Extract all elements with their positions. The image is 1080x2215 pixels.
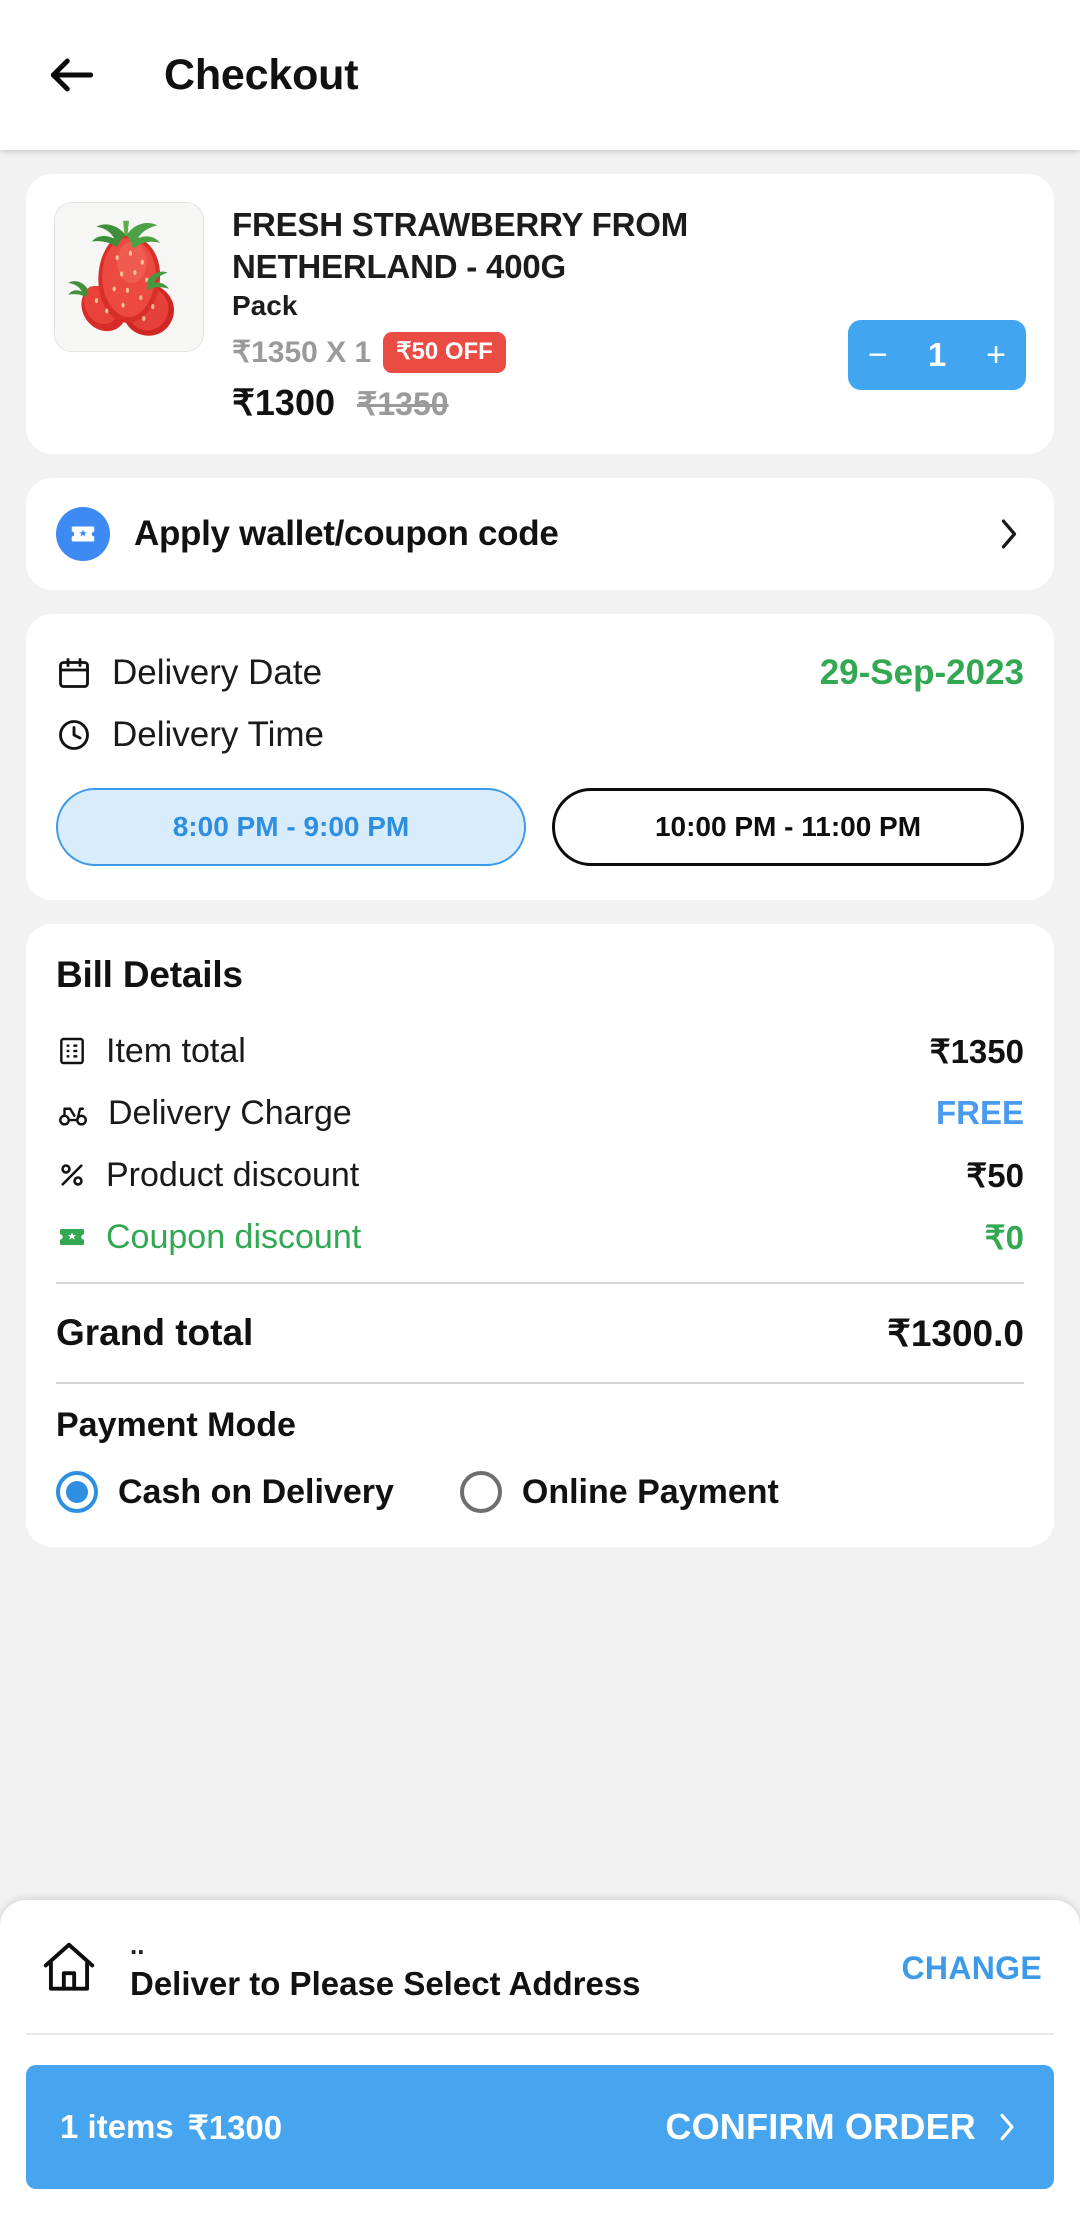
address-primary-line: Deliver to Please Select Address [130,1965,641,2002]
chevron-right-icon [1000,2113,1014,2141]
bill-label-item-total: Item total [106,1031,246,1070]
strawberries-photo [55,203,203,351]
product-subtitle: Pack [232,290,298,322]
grand-total-label: Grand total [56,1312,254,1354]
cta-items-count: 1 items [60,2107,174,2145]
quantity-stepper[interactable]: − 1 + [848,320,1026,390]
unit-price-row: ₹1350 X 1 ₹50 OFF [232,332,848,374]
address-texts: .. Deliver to Please Select Address [130,1929,902,2003]
price-current: ₹1300 [232,382,335,424]
ticket-glyph [71,526,95,542]
confirm-order-label: CONFIRM ORDER [665,2106,976,2147]
bill-row-item-total: Item total ₹1350 [56,1020,1024,1082]
product-title: FRESH STRAWBERRY FROM NETHERLAND - 400G [232,206,688,286]
delivery-date-value: 29-Sep-2023 [819,653,1024,693]
bill-value-product-discount: ₹50 [966,1156,1024,1194]
ticket-icon [56,507,110,562]
payment-mode-title: Payment Mode [56,1406,296,1445]
clock-icon [59,720,89,751]
confirm-order-button[interactable]: CONFIRM ORDER [665,2106,1020,2148]
payment-option-online-payment[interactable]: Online Payment [459,1471,779,1514]
time-slot-group: 8:00 PM - 9:00 PM 10:00 PM - 11:00 PM [56,788,1024,867]
payment-mode-group: Cash on Delivery Online Payment [56,1471,1024,1514]
bill-label-coupon-discount: Coupon discount [106,1217,362,1256]
price-original: ₹1350 [357,386,449,423]
bill-value-item-total: ₹1350 [929,1032,1024,1070]
radio-cash-on-delivery[interactable] [56,1471,98,1514]
payment-label-online-payment: Online Payment [521,1472,779,1511]
coupon-label: Apply wallet/coupon code [134,514,559,554]
bottom-bar: .. Deliver to Please Select Address CHAN… [0,1899,1080,2215]
unit-price-text: ₹1350 X 1 [232,336,372,370]
bill-row-coupon-discount: Coupon discount ₹0 [56,1206,1024,1268]
final-price-row: ₹1300 ₹1350 [232,382,848,424]
delivery-date-label: Delivery Date [112,653,323,693]
divider-above-total [56,1282,1024,1285]
app-bar: Checkout [0,0,1080,150]
bill-value-delivery-charge: FREE [935,1094,1024,1132]
delivery-time-row: Delivery Time [56,704,1024,766]
time-slot-option-1[interactable]: 8:00 PM - 9:00 PM [56,788,526,867]
percent-icon [61,1164,83,1187]
back-arrow-icon [50,58,94,92]
change-address-button[interactable]: CHANGE [902,1950,1042,1987]
calendar-icon [59,658,89,689]
discount-badge: ₹50 OFF [383,332,506,374]
delivery-date-row: Delivery Date 29-Sep-2023 [56,642,1024,704]
grand-total-row: Grand total ₹1300.0 [56,1298,1024,1368]
product-info: FRESH STRAWBERRY FROM NETHERLAND - 400G … [204,202,848,424]
payment-label-cash-on-delivery: Cash on Delivery [118,1472,394,1511]
delivery-card: Delivery Date 29-Sep-2023 Delivery Time … [26,614,1054,901]
cta-summary: 1 items ₹1300 [60,2108,282,2147]
confirm-order-bar[interactable]: 1 items ₹1300 CONFIRM ORDER [26,2065,1054,2189]
quantity-value: 1 [927,336,947,373]
product-thumbnail[interactable] [54,202,204,352]
bill-label-product-discount: Product discount [106,1155,360,1194]
bill-details-card: Bill Details Item total ₹1350 Delivery C… [26,924,1054,1548]
ticket-green-icon [60,1229,84,1246]
delivery-time-label: Delivery Time [112,715,324,755]
back-button[interactable] [44,40,114,110]
time-slot-option-2[interactable]: 10:00 PM - 11:00 PM [552,788,1024,867]
cta-amount: ₹1300 [187,2108,283,2146]
payment-option-cash-on-delivery[interactable]: Cash on Delivery [56,1471,394,1514]
product-card: FRESH STRAWBERRY FROM NETHERLAND - 400G … [26,174,1054,455]
page-title: Checkout [164,50,359,99]
bill-details-title: Bill Details [56,954,243,996]
delivery-address-row[interactable]: .. Deliver to Please Select Address CHAN… [26,1900,1054,2035]
bill-label-delivery-charge: Delivery Charge [108,1093,352,1132]
divider-below-total [56,1382,1024,1385]
apply-coupon-row[interactable]: Apply wallet/coupon code [26,478,1054,591]
increment-button[interactable]: + [986,338,1006,372]
grand-total-value: ₹1300.0 [887,1312,1024,1354]
checkout-screen: Checkout FRESH STRAWBERRY FROM NETHERLAN… [0,0,1080,2215]
radio-online-payment[interactable] [459,1471,502,1514]
decrement-button[interactable]: − [868,338,888,372]
chevron-right-icon[interactable] [994,512,1024,556]
address-secondary-line: .. [130,1929,145,1960]
scooter-icon [59,1108,87,1127]
receipt-icon [60,1038,84,1065]
scroll-content: FRESH STRAWBERRY FROM NETHERLAND - 400G … [0,150,1080,1900]
bill-row-delivery-charge: Delivery Charge FREE [56,1082,1024,1144]
bill-row-product-discount: Product discount ₹50 [56,1144,1024,1206]
bill-value-coupon-discount: ₹0 [984,1218,1024,1256]
home-icon [43,1943,95,1991]
